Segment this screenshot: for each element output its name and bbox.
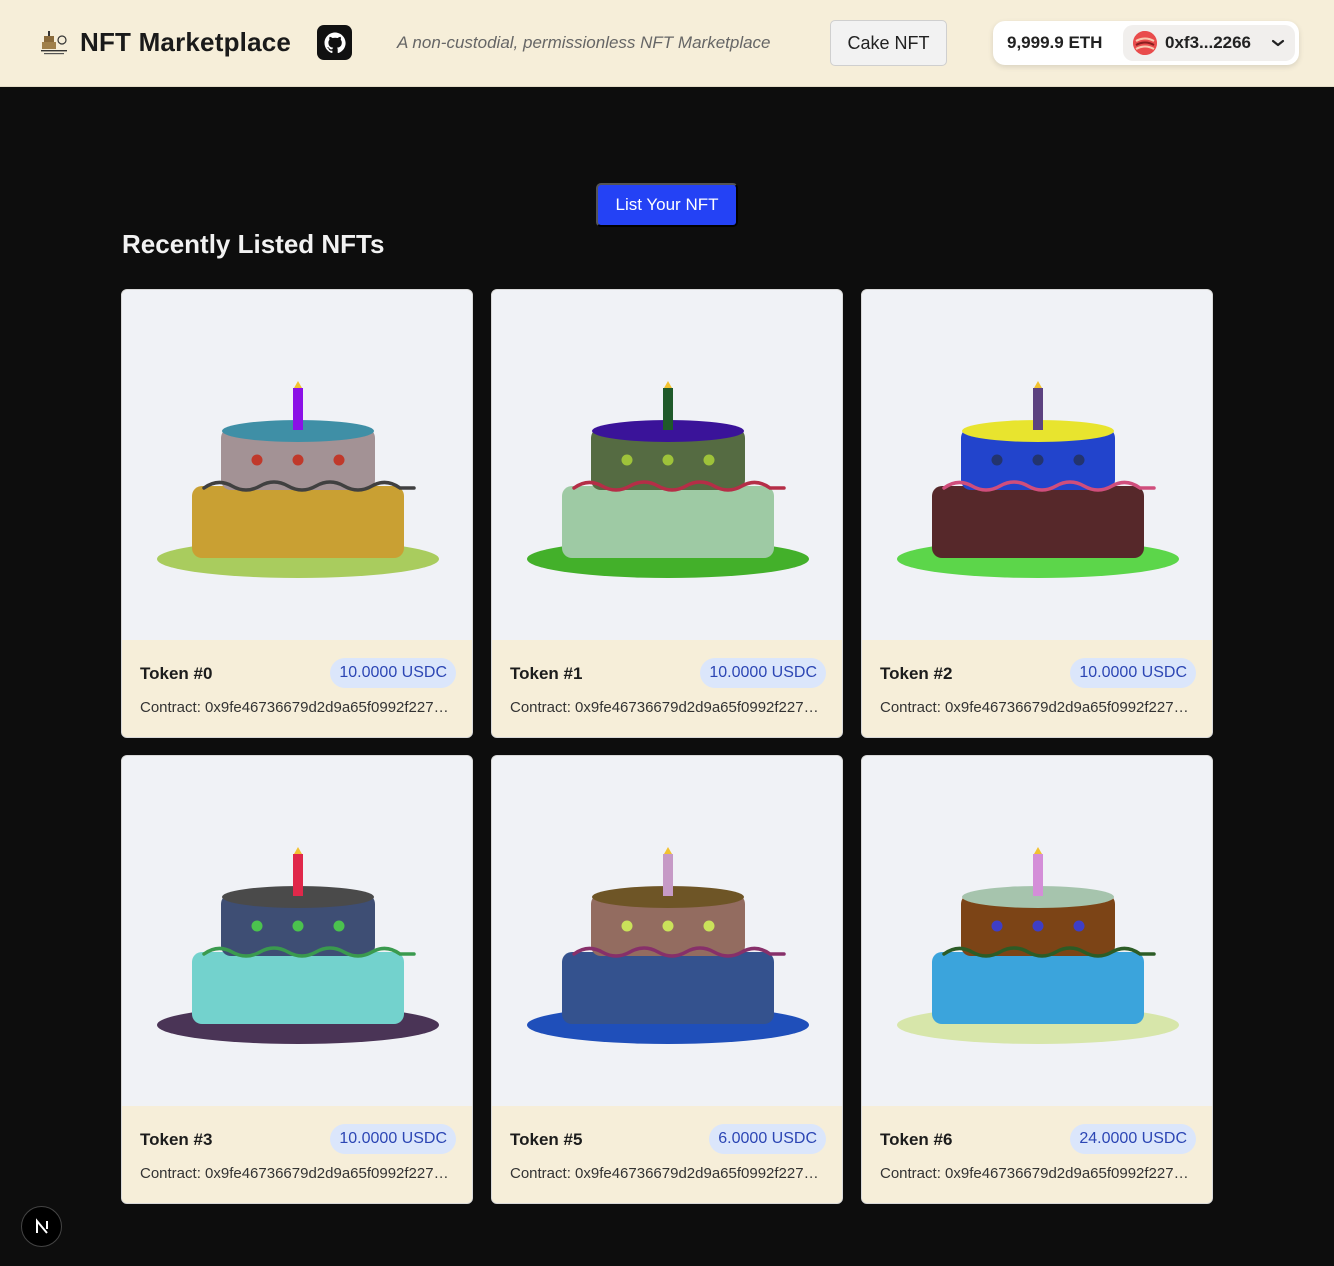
cake-candle [663,854,673,896]
cake-candle [293,388,303,430]
contract-address: Contract: 0x9fe46736679d2d9a65f0992f2272… [140,699,456,716]
token-name: Token #6 [880,1130,953,1149]
cake-decoration-dot [621,920,633,932]
cake-decoration-dot [333,920,345,932]
token-name: Token #1 [510,664,583,683]
price-badge: 10.0000 USDC [330,658,456,688]
nft-image[interactable] [492,290,842,640]
cake-decoration-dot [621,454,633,466]
price-badge: 24.0000 USDC [1070,1124,1196,1154]
price-badge: 10.0000 USDC [700,658,826,688]
cake-decoration-dot [292,454,304,466]
tagline: A non-custodial, permissionless NFT Mark… [397,33,771,52]
candle-flame [664,847,672,854]
cake-candle [663,388,673,430]
nft-card-info: Token #1 10.0000 USDC Contract: 0x9fe467… [492,640,842,737]
price-badge: 6.0000 USDC [709,1124,826,1154]
nft-card[interactable]: Token #1 10.0000 USDC Contract: 0x9fe467… [491,289,843,738]
nft-card-info: Token #3 10.0000 USDC Contract: 0x9fe467… [122,1106,472,1203]
nft-image[interactable] [862,290,1212,640]
cake-decoration-dot [703,454,715,466]
token-name: Token #5 [510,1130,583,1149]
cake-decoration-dot [292,920,304,932]
token-name: Token #2 [880,664,953,683]
brand-title[interactable]: NFT Marketplace [80,27,291,58]
nft-card-info: Token #5 6.0000 USDC Contract: 0x9fe4673… [492,1106,842,1203]
cake-decoration-dot [1032,454,1044,466]
chevron-down-icon [1271,39,1285,47]
account-button[interactable]: 0xf3...2266 [1123,25,1295,61]
cake-illustration [527,381,809,578]
cake-decoration-dot [333,454,345,466]
cake-decoration-dot [251,920,263,932]
cake-illustration [897,847,1179,1044]
candle-flame [1034,847,1042,854]
nft-card-info: Token #2 10.0000 USDC Contract: 0x9fe467… [862,640,1212,737]
cake-bottom-tier [562,952,774,1024]
cake-bottom-tier [562,486,774,558]
nft-card[interactable]: Token #3 10.0000 USDC Contract: 0x9fe467… [121,755,473,1204]
wallet-avatar-icon [1133,31,1157,55]
nft-image[interactable] [862,756,1212,1106]
nft-marketplace-logo[interactable] [38,28,70,58]
contract-address: Contract: 0x9fe46736679d2d9a65f0992f2272… [880,699,1196,716]
nft-card-info: Token #6 24.0000 USDC Contract: 0x9fe467… [862,1106,1212,1203]
nft-image[interactable] [122,756,472,1106]
section-title: Recently Listed NFTs [122,229,385,259]
contract-address: Contract: 0x9fe46736679d2d9a65f0992f2272… [880,1165,1196,1182]
cake-bottom-tier [932,486,1144,558]
list-your-nft-button[interactable]: List Your NFT [596,183,738,227]
token-name: Token #3 [140,1130,213,1149]
contract-address: Contract: 0x9fe46736679d2d9a65f0992f2272… [510,1165,826,1182]
cake-decoration-dot [703,920,715,932]
cake-candle [293,854,303,896]
cake-bottom-tier [932,952,1144,1024]
top-nav: NFT Marketplace A non-custodial, permiss… [0,0,1334,87]
nft-image[interactable] [492,756,842,1106]
account-address: 0xf3...2266 [1165,33,1252,52]
nextjs-icon [35,1217,48,1234]
cake-candle [1033,388,1043,430]
cake-candle [1033,854,1043,896]
contract-address: Contract: 0x9fe46736679d2d9a65f0992f2272… [510,699,826,716]
wallet-connect-widget[interactable]: 9,999.9 ETH 0xf3...2266 [993,21,1299,65]
cake-decoration-dot [662,454,674,466]
price-badge: 10.0000 USDC [1070,658,1196,688]
github-icon[interactable] [317,25,352,60]
nft-card[interactable]: Token #5 6.0000 USDC Contract: 0x9fe4673… [491,755,843,1204]
nft-card-info: Token #0 10.0000 USDC Contract: 0x9fe467… [122,640,472,737]
cake-bottom-tier [192,952,404,1024]
cake-illustration [157,847,439,1044]
cake-decoration-dot [1073,454,1085,466]
nft-image[interactable] [122,290,472,640]
cake-decoration-dot [662,920,674,932]
candle-flame [1034,381,1042,388]
cake-decoration-dot [991,920,1003,932]
candle-flame [294,381,302,388]
cake-nft-button[interactable]: Cake NFT [830,20,947,66]
nft-card[interactable]: Token #6 24.0000 USDC Contract: 0x9fe467… [861,755,1213,1204]
eth-balance[interactable]: 9,999.9 ETH [1007,33,1102,53]
cake-decoration-dot [991,454,1003,466]
nft-card[interactable]: Token #2 10.0000 USDC Contract: 0x9fe467… [861,289,1213,738]
cake-illustration [527,847,809,1044]
contract-address: Contract: 0x9fe46736679d2d9a65f0992f2272… [140,1165,456,1182]
nextjs-dev-badge[interactable] [21,1206,62,1247]
price-badge: 10.0000 USDC [330,1124,456,1154]
cake-decoration-dot [1032,920,1044,932]
candle-flame [664,381,672,388]
token-name: Token #0 [140,664,213,683]
cake-illustration [897,381,1179,578]
candle-flame [294,847,302,854]
nft-card[interactable]: Token #0 10.0000 USDC Contract: 0x9fe467… [121,289,473,738]
cake-illustration [157,381,439,578]
cake-bottom-tier [192,486,404,558]
cake-decoration-dot [1073,920,1085,932]
cake-decoration-dot [251,454,263,466]
